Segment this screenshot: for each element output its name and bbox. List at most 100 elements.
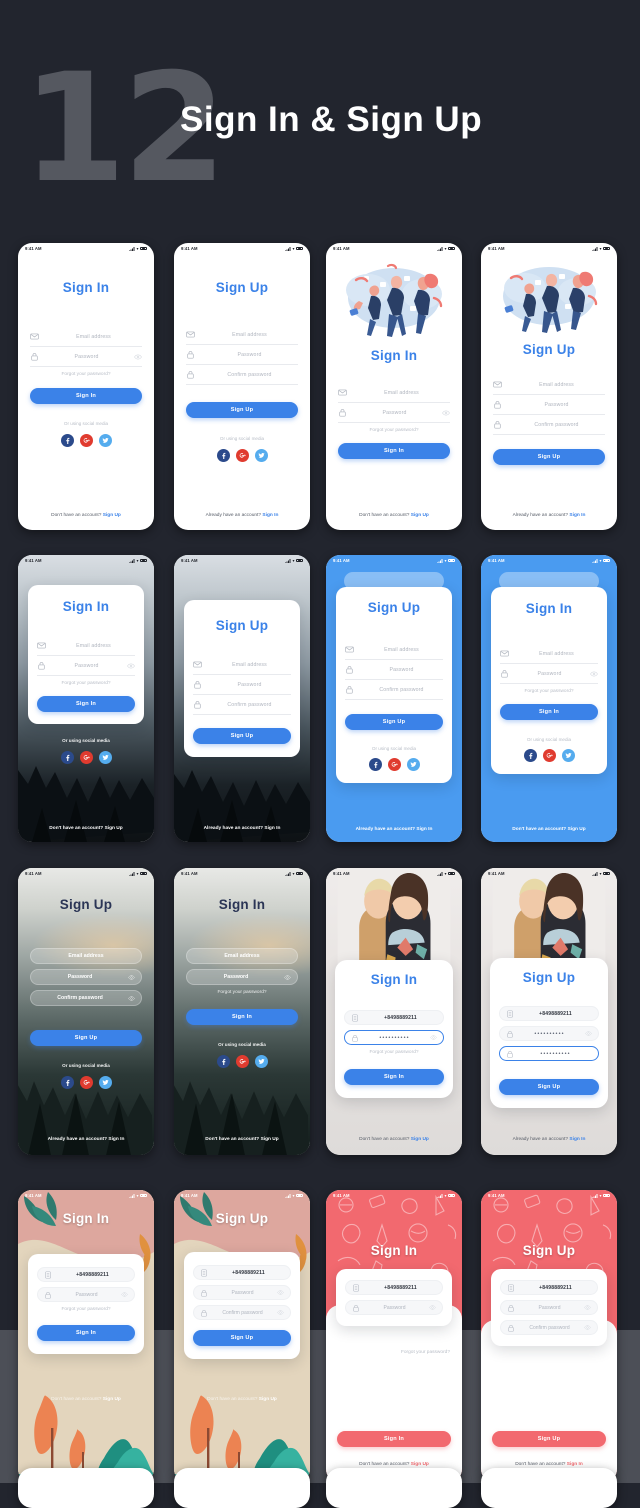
twitter-icon[interactable] bbox=[406, 758, 420, 771]
email-field[interactable]: Email address bbox=[30, 948, 142, 964]
eye-icon[interactable] bbox=[585, 1030, 592, 1037]
mockup-screen-signin-forest-glass[interactable]: 9:41 AM ▾ Sign In Email address Password… bbox=[174, 868, 310, 1155]
facebook-icon[interactable] bbox=[216, 449, 230, 462]
mockup-screen-signin-white[interactable]: 9:41 AM ▾ Sign In Email address Password bbox=[18, 243, 154, 530]
mockup-screen-signup-coral-doodle[interactable]: 9:41 AM ▾ Sign Up +8498889211 Password C… bbox=[481, 1190, 617, 1483]
email-field[interactable]: Email address bbox=[37, 636, 135, 656]
signup-button[interactable]: Sign Up bbox=[499, 1079, 599, 1095]
signin-button[interactable]: Sign In bbox=[37, 1325, 135, 1341]
confirm-password-field[interactable]: Confirm password bbox=[186, 365, 298, 385]
mockup-screen-signin-model-photo[interactable]: 9:41 AM ▾ Sign In +8498889211 •••••••••• bbox=[326, 868, 462, 1155]
footer-link[interactable]: Sign In bbox=[569, 513, 585, 518]
mockup-screen-signin-illustration[interactable]: 9:41 AM ▾ Sign In Email address Password… bbox=[326, 243, 462, 530]
facebook-icon[interactable] bbox=[216, 1055, 230, 1068]
password-field[interactable]: Password bbox=[30, 969, 142, 985]
signin-button[interactable]: Sign In bbox=[37, 696, 135, 712]
password-field[interactable]: Password bbox=[186, 969, 298, 985]
password-field[interactable]: Password bbox=[186, 345, 298, 365]
email-field[interactable]: Email address bbox=[500, 644, 598, 664]
google-plus-icon[interactable] bbox=[387, 758, 401, 771]
facebook-icon[interactable] bbox=[60, 1076, 74, 1089]
twitter-icon[interactable] bbox=[98, 1076, 112, 1089]
eye-icon[interactable] bbox=[277, 1309, 284, 1316]
footer-link[interactable]: Sign Up bbox=[103, 513, 121, 518]
footer-link[interactable]: Sign In bbox=[108, 1137, 124, 1142]
facebook-icon[interactable] bbox=[60, 751, 74, 764]
mockup-screen-signup-photo-card[interactable]: 9:41 AM ▾ Sign Up Email address Password bbox=[174, 555, 310, 842]
forgot-password-link[interactable]: Forgot your password? bbox=[37, 681, 135, 686]
password-field[interactable]: Password bbox=[30, 347, 142, 367]
forgot-password-link[interactable]: Forgot your password? bbox=[338, 428, 450, 433]
twitter-icon[interactable] bbox=[561, 749, 575, 762]
footer-link[interactable]: Sign Up bbox=[259, 1397, 277, 1402]
footer-link[interactable]: Sign In bbox=[262, 513, 278, 518]
footer-link[interactable]: Sign Up bbox=[411, 1462, 429, 1467]
forgot-password-link[interactable]: Forgot your password? bbox=[344, 1050, 444, 1055]
password-field[interactable]: Password bbox=[500, 664, 598, 684]
forgot-password-link[interactable]: Forgot your password? bbox=[500, 689, 598, 694]
eye-icon[interactable] bbox=[127, 662, 135, 670]
eye-icon[interactable] bbox=[134, 353, 142, 361]
mockup-screen-signin-coral-doodle[interactable]: 9:41 AM ▾ Sign In +8498889211 Password F… bbox=[326, 1190, 462, 1483]
signin-button[interactable]: Sign In bbox=[500, 704, 598, 720]
eye-icon[interactable] bbox=[584, 1324, 591, 1331]
footer-link[interactable]: Sign In bbox=[416, 827, 432, 832]
eye-icon[interactable] bbox=[584, 1304, 591, 1311]
password-field[interactable]: •••••••••• bbox=[344, 1030, 444, 1045]
password-field[interactable]: Password bbox=[193, 1285, 291, 1300]
password-field[interactable]: •••••••••• bbox=[499, 1026, 599, 1041]
eye-icon[interactable] bbox=[128, 974, 135, 981]
forgot-password-link[interactable]: Forgot your password? bbox=[401, 1350, 450, 1355]
phone-field[interactable]: +8498889211 bbox=[193, 1265, 291, 1280]
mockup-screen-signup-nature-illust[interactable]: 9:41 AM ▾ Sign Up +8498889211 Password C… bbox=[174, 1190, 310, 1483]
facebook-icon[interactable] bbox=[60, 434, 74, 447]
facebook-icon[interactable] bbox=[523, 749, 537, 762]
password-field[interactable]: Password bbox=[500, 1300, 598, 1315]
phone-field[interactable]: +8498889211 bbox=[499, 1006, 599, 1021]
google-plus-icon[interactable] bbox=[235, 1055, 249, 1068]
email-field[interactable]: Email address bbox=[493, 375, 605, 395]
signup-button[interactable]: Sign Up bbox=[193, 728, 291, 744]
eye-icon[interactable] bbox=[284, 974, 291, 981]
confirm-password-field[interactable]: Confirm password bbox=[500, 1320, 598, 1335]
password-field[interactable]: Password bbox=[493, 395, 605, 415]
twitter-icon[interactable] bbox=[254, 449, 268, 462]
confirm-password-field[interactable]: Confirm password bbox=[493, 415, 605, 435]
signin-button[interactable]: Sign In bbox=[186, 1009, 298, 1025]
password-field[interactable]: Password bbox=[193, 675, 291, 695]
confirm-password-field[interactable]: Confirm password bbox=[193, 695, 291, 715]
eye-icon[interactable] bbox=[430, 1034, 437, 1041]
signup-button[interactable]: Sign Up bbox=[492, 1431, 606, 1447]
password-field[interactable]: Password bbox=[37, 1287, 135, 1302]
signin-button[interactable]: Sign In bbox=[337, 1431, 451, 1447]
mockup-screen-signin-photo-card[interactable]: 9:41 AM ▾ Sign In Email address Password bbox=[18, 555, 154, 842]
signup-button[interactable]: Sign Up bbox=[30, 1030, 142, 1046]
forgot-password-link[interactable]: Forgot your password? bbox=[37, 1307, 135, 1312]
phone-field[interactable]: +8498889211 bbox=[344, 1010, 444, 1025]
footer-link[interactable]: Sign Up bbox=[105, 826, 123, 831]
signup-button[interactable]: Sign Up bbox=[193, 1330, 291, 1346]
eye-icon[interactable] bbox=[121, 1291, 128, 1298]
password-field[interactable]: Password bbox=[37, 656, 135, 676]
forgot-password-link[interactable]: Forgot your password? bbox=[30, 372, 142, 377]
google-plus-icon[interactable] bbox=[542, 749, 556, 762]
signin-button[interactable]: Sign In bbox=[30, 388, 142, 404]
phone-field[interactable]: +8498889211 bbox=[37, 1267, 135, 1282]
footer-link[interactable]: Sign Up bbox=[411, 1137, 429, 1142]
confirm-password-field[interactable]: Confirm password bbox=[30, 990, 142, 1006]
mockup-screen-signup-white[interactable]: 9:41 AM ▾ Sign Up Email address Password bbox=[174, 243, 310, 530]
footer-link[interactable]: Sign Up bbox=[261, 1137, 279, 1142]
mockup-screen-signup-illustration[interactable]: 9:41 AM ▾ Sign Up Email address Password… bbox=[481, 243, 617, 530]
mockup-screen-signup-forest-glass[interactable]: 9:41 AM ▾ Sign Up Email address Password bbox=[18, 868, 154, 1155]
signup-button[interactable]: Sign Up bbox=[493, 449, 605, 465]
forgot-password-link[interactable]: Forgot your password? bbox=[186, 990, 298, 995]
eye-icon[interactable] bbox=[277, 1289, 284, 1296]
footer-link[interactable]: Sign In bbox=[567, 1462, 583, 1467]
signin-button[interactable]: Sign In bbox=[344, 1069, 444, 1085]
email-field[interactable]: Email address bbox=[30, 327, 142, 347]
phone-field[interactable]: +8498889211 bbox=[500, 1280, 598, 1295]
eye-icon[interactable] bbox=[128, 995, 135, 1002]
signup-button[interactable]: Sign Up bbox=[345, 714, 443, 730]
mockup-screen-signin-nature-illust[interactable]: 9:41 AM ▾ Sign In +8498889211 Password F… bbox=[18, 1190, 154, 1483]
footer-link[interactable]: Sign Up bbox=[411, 513, 429, 518]
